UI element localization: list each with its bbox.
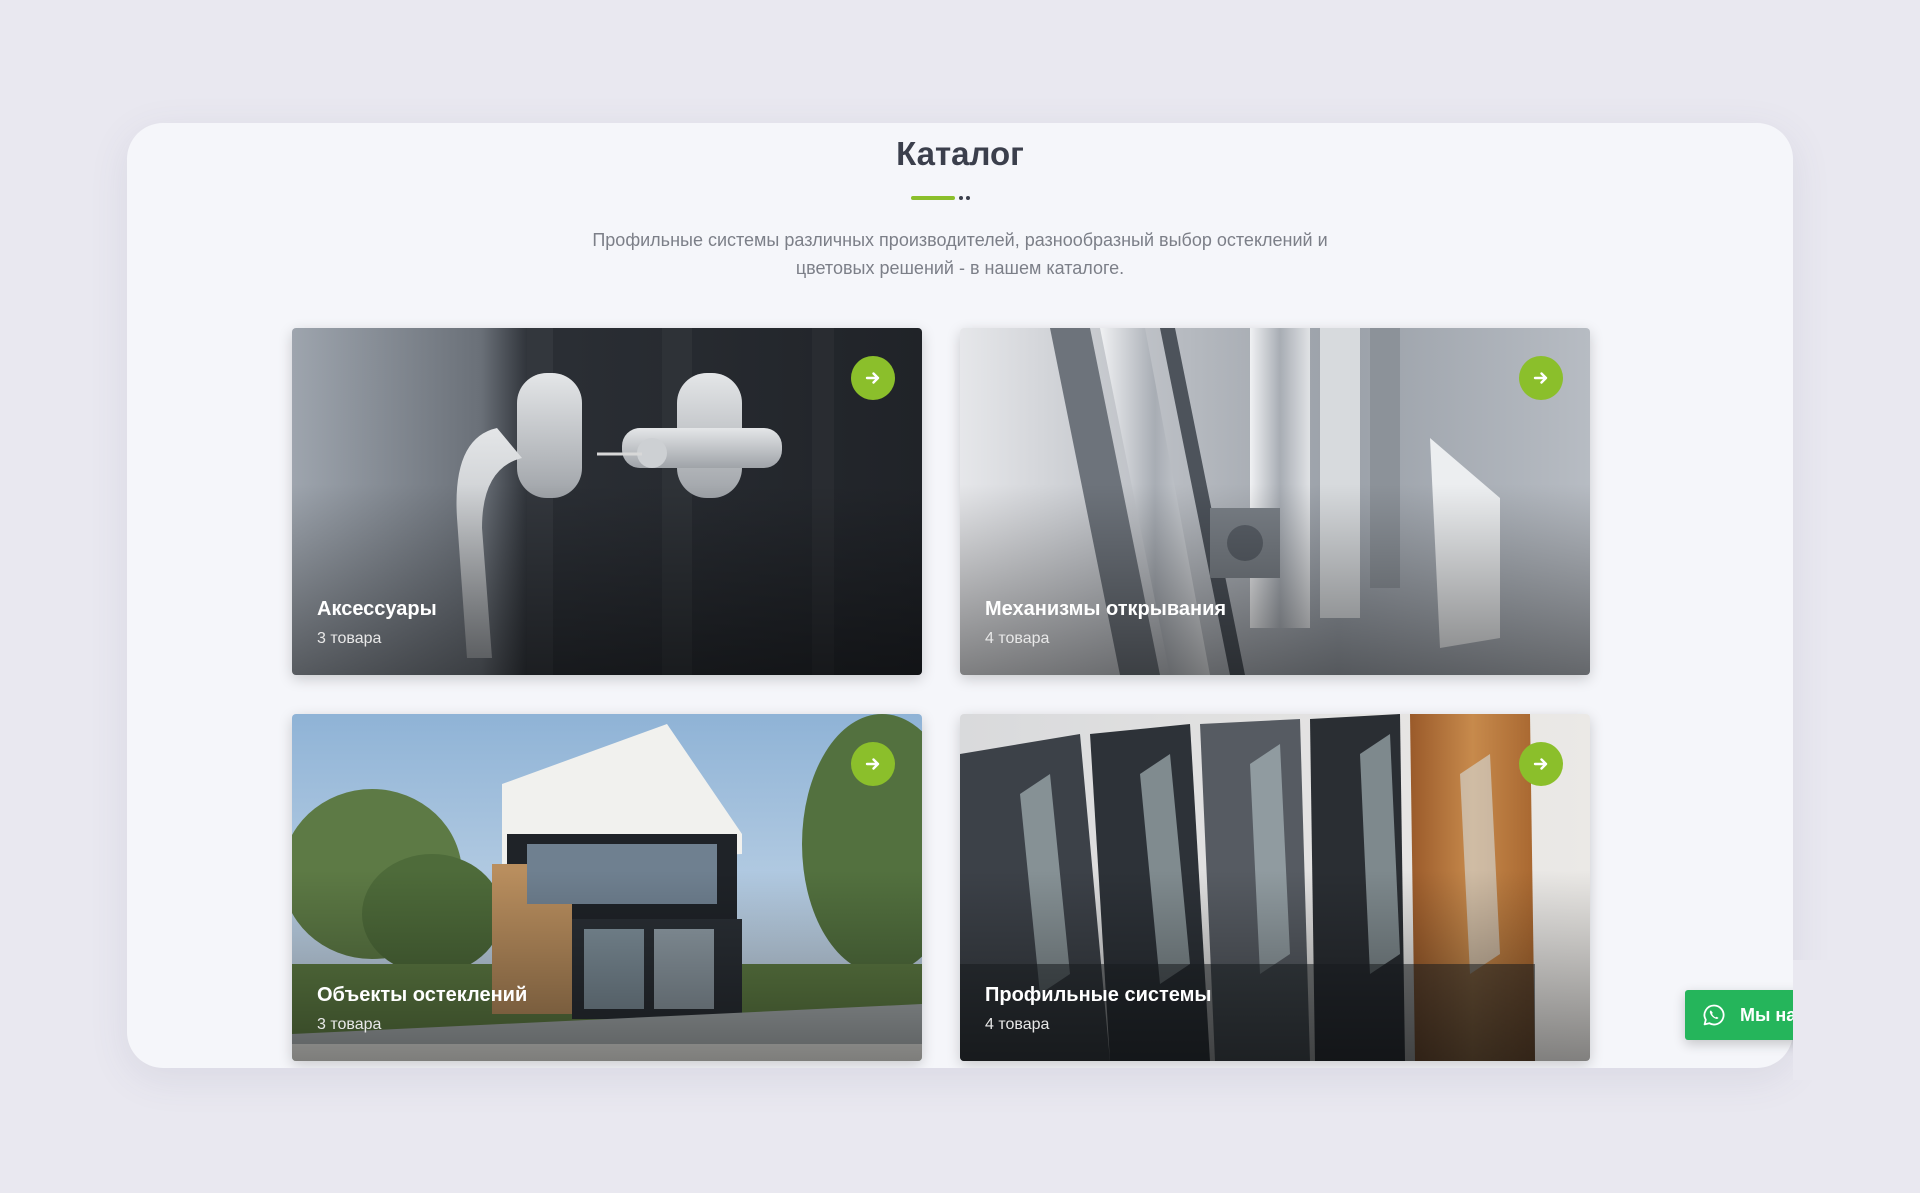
catalog-section: Каталог Профильные системы различных про…	[127, 123, 1793, 1068]
category-name: Механизмы открывания	[985, 598, 1227, 620]
description-line-2: цветовых решений - в нашем каталоге.	[795, 258, 1125, 278]
category-card-glazing-objects[interactable]: Объекты остеклений 3 товара	[292, 714, 922, 1061]
arrow-right-icon	[1533, 372, 1548, 384]
arrow-right-icon	[1533, 758, 1548, 770]
title-divider	[911, 195, 981, 201]
arrow-right-icon	[865, 758, 880, 770]
category-name: Объекты остеклений	[317, 984, 528, 1006]
open-category-button[interactable]	[1519, 742, 1563, 786]
whatsapp-icon	[1703, 1004, 1725, 1026]
divider-dot	[966, 196, 970, 200]
category-count: 4 товара	[985, 630, 1050, 647]
category-name: Аксессуары	[317, 598, 437, 620]
description-line-1: Профильные системы различных производите…	[592, 230, 1328, 250]
divider-dot	[959, 196, 963, 200]
category-card-profile-systems[interactable]: Профильные системы 4 товара	[960, 714, 1590, 1061]
category-card-accessories[interactable]: Аксессуары 3 товара	[292, 328, 922, 675]
section-description: Профильные системы различных производите…	[560, 226, 1360, 282]
open-category-button[interactable]	[1519, 356, 1563, 400]
category-name: Профильные системы	[985, 984, 1212, 1006]
open-category-button[interactable]	[851, 742, 895, 786]
category-count: 3 товара	[317, 630, 382, 647]
category-count: 4 товара	[985, 1016, 1050, 1033]
open-category-button[interactable]	[851, 356, 895, 400]
category-count: 3 товара	[317, 1016, 382, 1033]
divider-line	[911, 196, 955, 200]
arrow-right-icon	[865, 372, 880, 384]
chat-button-label: Мы на	[1740, 1004, 1797, 1025]
category-card-mechanisms[interactable]: Механизмы открывания 4 товара	[960, 328, 1590, 675]
section-title: Каталог	[896, 135, 1024, 172]
